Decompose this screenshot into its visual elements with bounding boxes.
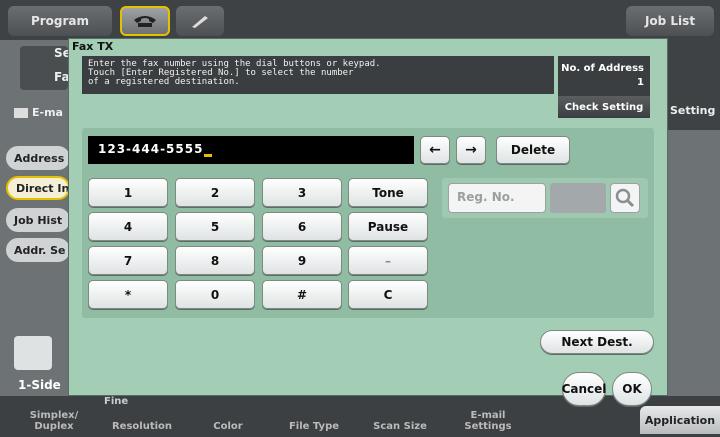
address-count-value: 1 xyxy=(637,77,644,88)
application-button[interactable]: Application xyxy=(640,406,720,434)
key-pause[interactable]: Pause xyxy=(348,212,428,241)
side-item-direct-input[interactable]: Direct In xyxy=(6,176,70,200)
cursor-right-button[interactable]: → xyxy=(456,136,486,164)
tab-job-list[interactable]: Job List xyxy=(626,6,714,36)
cancel-button[interactable]: Cancel xyxy=(562,372,606,406)
delete-button[interactable]: Delete xyxy=(496,136,570,164)
bg-email-label: E-ma xyxy=(32,106,63,119)
next-destination-button[interactable]: Next Dest. xyxy=(540,330,654,354)
tab-scan-size[interactable]: Scan Size xyxy=(358,400,442,434)
check-setting-button[interactable]: Check Setting xyxy=(558,96,650,118)
fax-number-value: 123-444-5555 xyxy=(98,142,204,156)
bg-setting-label: Setting xyxy=(670,104,716,117)
key-8[interactable]: 8 xyxy=(175,246,255,275)
phone-icon xyxy=(134,16,156,27)
key-4[interactable]: 4 xyxy=(88,212,168,241)
key-dash[interactable]: – xyxy=(348,246,428,275)
key-clear[interactable]: C xyxy=(348,280,428,309)
key-9[interactable]: 9 xyxy=(262,246,342,275)
text-cursor xyxy=(204,154,213,157)
tab-program[interactable]: Program xyxy=(8,6,112,36)
tab-fax[interactable] xyxy=(120,6,170,36)
envelope-icon xyxy=(14,107,28,118)
tab-color[interactable]: Color xyxy=(186,400,270,434)
reg-no-search-button[interactable] xyxy=(610,183,640,213)
key-3[interactable]: 3 xyxy=(262,178,342,207)
fax-number-display[interactable]: 123-444-5555 xyxy=(88,136,414,164)
key-hash[interactable]: # xyxy=(262,280,342,309)
key-7[interactable]: 7 xyxy=(88,246,168,275)
key-2[interactable]: 2 xyxy=(175,178,255,207)
address-count-label: No. of Address xyxy=(561,63,644,74)
pen-icon xyxy=(192,16,208,28)
reg-no-field-disabled xyxy=(550,183,606,213)
tab-annotate[interactable] xyxy=(176,6,224,36)
search-icon xyxy=(615,188,635,208)
side-item-addr-search[interactable]: Addr. Se xyxy=(6,238,70,262)
bg-email-tab[interactable]: E-ma xyxy=(14,106,63,119)
key-5[interactable]: 5 xyxy=(175,212,255,241)
resolution-value: Fine xyxy=(104,396,129,407)
side-item-job-history[interactable]: Job Hist xyxy=(6,208,70,232)
tab-file-type[interactable]: File Type xyxy=(272,400,356,434)
cursor-left-button[interactable]: ← xyxy=(420,136,450,164)
side-item-address[interactable]: Address xyxy=(6,146,70,170)
key-0[interactable]: 0 xyxy=(175,280,255,309)
reg-no-input[interactable]: Reg. No. xyxy=(448,183,546,213)
address-count-box: No. of Address 1 xyxy=(558,56,650,96)
key-6[interactable]: 6 xyxy=(262,212,342,241)
key-1[interactable]: 1 xyxy=(88,178,168,207)
tab-simplex-duplex[interactable]: Simplex/ Duplex xyxy=(12,400,96,434)
tab-email-settings[interactable]: E-mail Settings xyxy=(446,400,530,434)
dialog-title: Fax TX xyxy=(72,40,114,53)
key-tone[interactable]: Tone xyxy=(348,178,428,207)
key-star[interactable]: * xyxy=(88,280,168,309)
copy-mode-icon[interactable] xyxy=(14,336,52,370)
copy-mode-label: 1-Side xyxy=(18,378,61,392)
ok-button[interactable]: OK xyxy=(612,372,652,406)
instruction-message: Enter the fax number using the dial butt… xyxy=(82,56,554,94)
